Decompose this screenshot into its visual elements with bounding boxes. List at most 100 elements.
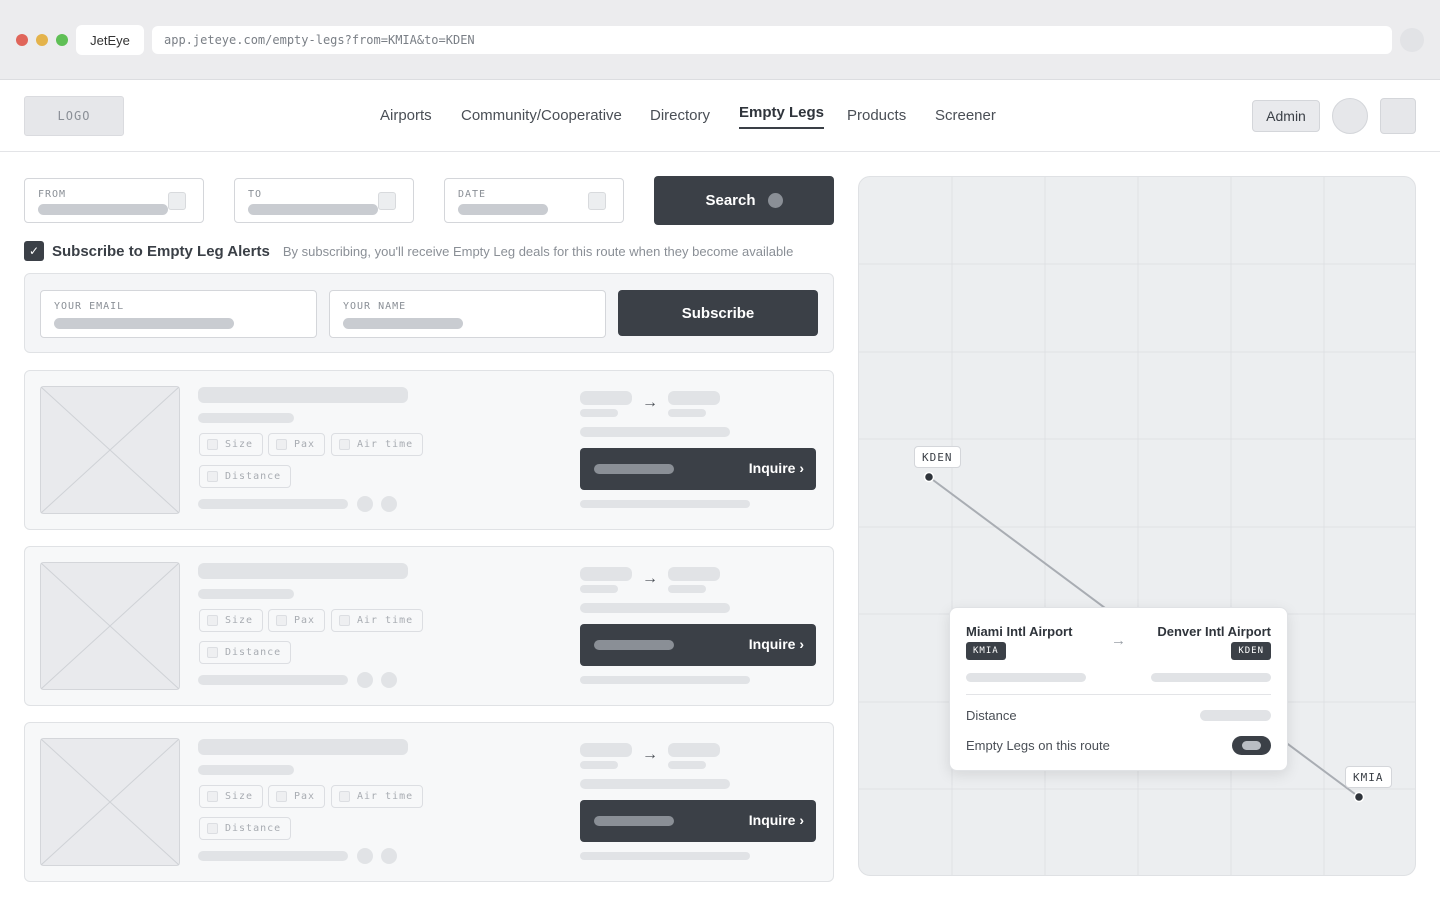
chip-air-time: Air time — [331, 785, 424, 808]
from-time-placeholder — [580, 761, 618, 769]
aircraft-title-placeholder — [198, 387, 408, 403]
empty-legs-label: Empty Legs on this route — [966, 738, 1110, 753]
operator-placeholder — [198, 851, 348, 861]
chip-air-time: Air time — [331, 433, 424, 456]
route-map[interactable]: KDEN KMIA Miami Intl Airport KMIA → Denv… — [858, 176, 1416, 876]
rating-dot — [357, 496, 373, 512]
browser-profile-icon[interactable] — [1400, 28, 1424, 52]
minimize-window-dot[interactable] — [36, 34, 48, 46]
to-code-placeholder — [668, 391, 720, 405]
arrow-right-icon: → — [642, 570, 658, 587]
kmia-pin-label[interactable]: KMIA — [1345, 766, 1392, 788]
rating-dot — [381, 496, 397, 512]
origin-airport-name: Miami Intl Airport — [966, 624, 1073, 639]
footnote-placeholder — [580, 500, 750, 508]
empty-legs-toggle[interactable] — [1232, 736, 1271, 755]
inquire-button[interactable]: Inquire › — [580, 624, 816, 666]
popup-divider — [966, 694, 1271, 695]
name-field[interactable]: YOUR NAME — [329, 290, 606, 338]
price-placeholder — [594, 464, 674, 474]
image-placeholder-icon — [40, 386, 180, 514]
from-value-placeholder — [38, 204, 168, 215]
route-popup: Miami Intl Airport KMIA → Denver Intl Ai… — [949, 607, 1288, 771]
result-card[interactable]: Size Pax Air time Distance → Inquire › — [24, 370, 834, 530]
to-dropdown-icon[interactable] — [378, 192, 396, 210]
calendar-icon[interactable] — [588, 192, 606, 210]
to-value-placeholder — [248, 204, 378, 215]
email-label: YOUR EMAIL — [54, 301, 125, 312]
date-placeholder — [580, 427, 730, 437]
kmia-pin-icon[interactable] — [1353, 791, 1365, 803]
origin-code-badge: KMIA — [966, 642, 1006, 660]
chip-pax: Pax — [268, 609, 326, 632]
aircraft-subtitle-placeholder — [198, 589, 294, 599]
result-card[interactable]: Size Pax Air time Distance → Inquire › — [24, 722, 834, 882]
arrow-right-icon: → — [642, 394, 658, 411]
subscribe-row: ✓ Subscribe to Empty Leg Alerts By subsc… — [24, 241, 793, 261]
inquire-button[interactable]: Inquire › — [580, 800, 816, 842]
rating-dot — [381, 672, 397, 688]
menu-icon[interactable] — [1380, 98, 1416, 134]
chip-label: Air time — [357, 615, 414, 626]
result-card[interactable]: Size Pax Air time Distance → Inquire › — [24, 546, 834, 706]
chip-pax: Pax — [268, 785, 326, 808]
to-label: TO — [248, 189, 263, 200]
address-bar[interactable]: app.jeteye.com/empty-legs?from=KMIA&to=K… — [152, 26, 1392, 54]
inquire-label: Inquire › — [748, 812, 804, 828]
nav-link-airports[interactable]: Airports — [380, 107, 432, 124]
subscribe-button[interactable]: Subscribe — [618, 290, 818, 336]
to-time-placeholder — [668, 409, 706, 417]
distance-label: Distance — [966, 708, 1017, 723]
from-dropdown-icon[interactable] — [168, 192, 186, 210]
to-code-placeholder — [668, 567, 720, 581]
chip-label: Air time — [357, 791, 414, 802]
nav-link-directory[interactable]: Directory — [650, 107, 710, 124]
maximize-window-dot[interactable] — [56, 34, 68, 46]
nav-link-screener[interactable]: Screener — [935, 107, 996, 124]
subscribe-checkbox[interactable]: ✓ — [24, 241, 44, 261]
name-label: YOUR NAME — [343, 301, 407, 312]
to-field[interactable]: TO — [234, 178, 414, 223]
kden-pin-label[interactable]: KDEN — [914, 446, 961, 468]
date-label: DATE — [458, 189, 487, 200]
chip-size: Size — [199, 433, 264, 456]
kden-pin-icon[interactable] — [923, 471, 935, 483]
image-placeholder-icon — [40, 738, 180, 866]
nav-link-empty-legs[interactable]: Empty Legs — [739, 104, 825, 129]
chip-label: Distance — [225, 823, 282, 834]
footnote-placeholder — [580, 852, 750, 860]
chip-label: Size — [225, 439, 254, 450]
avatar[interactable] — [1332, 98, 1368, 134]
browser-tab[interactable]: JetEye — [76, 25, 144, 55]
date-placeholder — [580, 779, 730, 789]
logo[interactable]: LOGO — [24, 96, 124, 136]
close-window-dot[interactable] — [16, 34, 28, 46]
chip-distance: Distance — [199, 817, 292, 840]
aircraft-title-placeholder — [198, 739, 408, 755]
nav-link-products[interactable]: Products — [847, 107, 906, 124]
inquire-label: Inquire › — [748, 460, 804, 476]
email-field[interactable]: YOUR EMAIL — [40, 290, 317, 338]
chip-label: Pax — [294, 439, 316, 450]
arrow-right-icon: → — [1111, 632, 1126, 649]
inquire-button[interactable]: Inquire › — [580, 448, 816, 490]
to-time-placeholder — [668, 761, 706, 769]
destination-code-badge: KDEN — [1231, 642, 1271, 660]
to-code-placeholder — [668, 743, 720, 757]
chip-label: Distance — [225, 647, 282, 658]
chip-pax: Pax — [268, 433, 326, 456]
from-code-placeholder — [580, 391, 632, 405]
browser-chrome: JetEye app.jeteye.com/empty-legs?from=KM… — [0, 0, 1440, 80]
admin-button[interactable]: Admin — [1252, 100, 1320, 132]
name-value-placeholder — [343, 318, 463, 329]
subscribe-form: YOUR EMAIL YOUR NAME Subscribe — [24, 273, 834, 353]
nav-link-community[interactable]: Community/Cooperative — [461, 107, 622, 124]
date-field[interactable]: DATE — [444, 178, 624, 223]
search-button[interactable]: Search — [654, 176, 834, 225]
from-field[interactable]: FROM — [24, 178, 204, 223]
date-placeholder — [580, 603, 730, 613]
rating-dot — [381, 848, 397, 864]
rating-dot — [357, 672, 373, 688]
from-time-placeholder — [580, 409, 618, 417]
subscribe-description: By subscribing, you'll receive Empty Leg… — [282, 243, 794, 259]
